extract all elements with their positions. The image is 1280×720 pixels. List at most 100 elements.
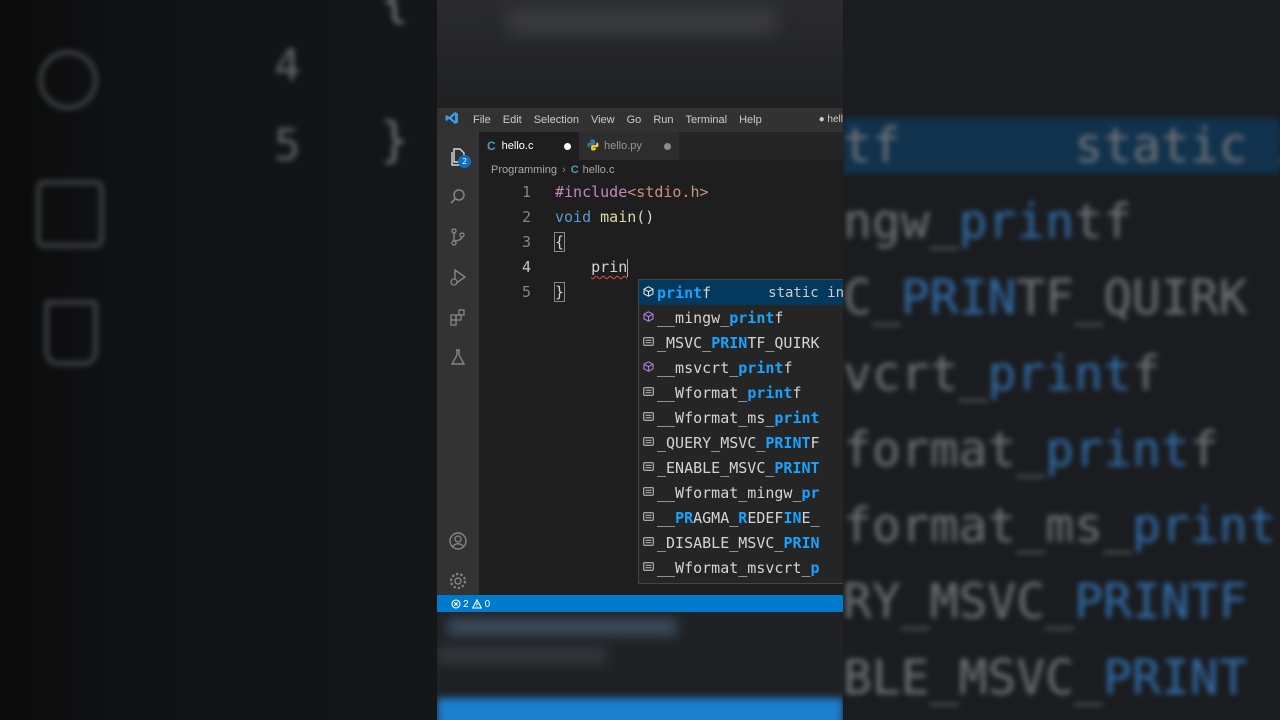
field-icon bbox=[639, 411, 657, 424]
account-icon bbox=[449, 532, 467, 550]
suggestion-label: __mingw_printf bbox=[657, 308, 784, 327]
code-line: #include<stdio.h> bbox=[555, 180, 709, 205]
code-line: { bbox=[553, 230, 709, 255]
bg-code-line: BLE_MSVC_PRINT bbox=[843, 650, 1248, 706]
close-brace: } bbox=[553, 282, 566, 302]
bg-brace: { bbox=[380, 0, 409, 28]
frame-bottom-blur bbox=[437, 612, 843, 720]
suggestion-item[interactable]: __PRAGMA_REDEFINE_ bbox=[639, 505, 843, 530]
manage-button[interactable] bbox=[437, 564, 479, 598]
code-line: void main() bbox=[555, 205, 709, 230]
field-icon bbox=[639, 461, 657, 474]
background-right-panel: tf static in ngw_printf C_PRINTF_QUIRKvcrt… bbox=[843, 0, 1280, 720]
suggestion-item[interactable]: _DISABLE_MSVC_PRIN bbox=[639, 530, 843, 555]
status-bar: 2 0 bbox=[437, 595, 843, 613]
error-icon bbox=[451, 599, 461, 609]
bg-code-line: format_ms_print bbox=[843, 498, 1277, 554]
vscode-window: File Edit Selection View Go Run Terminal… bbox=[437, 108, 843, 613]
python-file-icon bbox=[587, 139, 599, 154]
line-number: 1 bbox=[521, 183, 531, 201]
suggestion-detail: static in bbox=[768, 284, 843, 301]
bg-line-number: 4 bbox=[274, 40, 301, 91]
suggestion-item[interactable]: printf static in bbox=[639, 280, 843, 305]
bg-flask-icon bbox=[44, 300, 98, 366]
field-icon bbox=[639, 386, 657, 399]
menu-selection[interactable]: Selection bbox=[528, 114, 585, 126]
field-icon bbox=[639, 336, 657, 349]
type-keyword: void bbox=[555, 208, 592, 226]
code-line: prin bbox=[555, 255, 709, 280]
suggestion-label: printf bbox=[657, 283, 712, 302]
source-control-button[interactable] bbox=[437, 220, 479, 254]
tab-hello-py[interactable]: hello.py bbox=[579, 132, 679, 160]
field-icon bbox=[639, 561, 657, 574]
search-button[interactable] bbox=[437, 180, 479, 214]
search-icon bbox=[450, 189, 465, 204]
field-icon bbox=[639, 511, 657, 524]
warning-count: 0 bbox=[484, 598, 491, 610]
menu-edit[interactable]: Edit bbox=[497, 114, 528, 126]
extensions-button[interactable] bbox=[437, 300, 479, 334]
c-file-icon: C bbox=[570, 164, 579, 176]
menu-terminal[interactable]: Terminal bbox=[680, 114, 734, 126]
menu-view[interactable]: View bbox=[585, 114, 621, 126]
line-number-gutter: 1 2 3 4 5 bbox=[479, 180, 535, 305]
window-title: ● hell bbox=[818, 114, 843, 125]
suggestion-item[interactable]: __Wformat_ms_print bbox=[639, 405, 843, 430]
suggestion-item[interactable]: __Wformat_printf bbox=[639, 380, 843, 405]
explorer-button[interactable]: 2 bbox=[437, 140, 479, 174]
title-bar: File Edit Selection View Go Run Terminal… bbox=[437, 108, 843, 132]
suggestion-item[interactable]: __Wformat_mingw_pr bbox=[639, 480, 843, 505]
suggestion-item[interactable]: _MSVC_PRINTF_QUIRK bbox=[639, 330, 843, 355]
bg-brace: } bbox=[380, 112, 409, 168]
field-icon bbox=[639, 536, 657, 549]
bg-code-line: vcrt_printf bbox=[843, 346, 1161, 402]
error-count: 2 bbox=[463, 598, 469, 610]
menu-go[interactable]: Go bbox=[621, 114, 648, 126]
suggestion-label: _QUERY_MSVC_PRINTF bbox=[657, 433, 820, 452]
breadcrumb: Programming › C hello.c bbox=[491, 162, 614, 178]
modified-dot-icon[interactable] bbox=[564, 142, 571, 150]
tab-label: hello.c bbox=[501, 140, 534, 152]
flask-icon bbox=[450, 349, 466, 365]
breadcrumb-folder[interactable]: Programming bbox=[491, 164, 557, 176]
suggestion-item[interactable]: _ENABLE_MSVC_PRINT bbox=[639, 455, 843, 480]
editor-tabs: C hello.c hello.py bbox=[479, 132, 843, 160]
warning-icon bbox=[471, 599, 482, 609]
video-frame: File Edit Selection View Go Run Terminal… bbox=[437, 0, 843, 720]
bg-line-number: 5 bbox=[274, 120, 301, 171]
typed-text: prin bbox=[591, 258, 628, 276]
method-icon bbox=[639, 285, 657, 300]
activity-bar: 2 bbox=[437, 132, 479, 595]
suggestion-item[interactable]: __Wformat_msvcrt_p bbox=[639, 555, 843, 580]
bg-code-line: format_printf bbox=[843, 422, 1219, 478]
run-debug-button[interactable] bbox=[437, 260, 479, 294]
suggestion-label: __Wformat_msvcrt_p bbox=[657, 558, 820, 577]
text-cursor bbox=[627, 258, 629, 277]
testing-button[interactable] bbox=[437, 340, 479, 374]
frame-top-blur bbox=[437, 0, 843, 108]
menu-help[interactable]: Help bbox=[733, 114, 768, 126]
suggestion-label: _MSVC_PRINTF_QUIRK bbox=[657, 333, 820, 352]
open-brace: { bbox=[553, 232, 566, 252]
bg-code-line: ngw_printf bbox=[843, 194, 1132, 250]
breadcrumb-file[interactable]: hello.c bbox=[583, 164, 615, 176]
suggest-widget: printf static in __mingw_printf _MSVC_PRINT… bbox=[638, 279, 843, 584]
line-number: 2 bbox=[521, 208, 531, 226]
explorer-badge: 2 bbox=[458, 155, 471, 168]
modified-dot-icon[interactable] bbox=[664, 142, 671, 150]
suggestion-item[interactable]: _QUERY_MSVC_PRINTF bbox=[639, 430, 843, 455]
menu-run[interactable]: Run bbox=[647, 114, 679, 126]
accounts-button[interactable] bbox=[437, 524, 479, 558]
chevron-right-icon: › bbox=[562, 164, 566, 176]
suggestion-item[interactable]: __mingw_printf bbox=[639, 305, 843, 330]
function-name: main bbox=[600, 208, 637, 226]
suggestion-item[interactable]: __msvcrt_printf bbox=[639, 355, 843, 380]
tab-hello-c[interactable]: C hello.c bbox=[479, 132, 579, 160]
menu-file[interactable]: File bbox=[467, 114, 497, 126]
suggestion-label: __Wformat_ms_print bbox=[657, 408, 820, 427]
suggestion-label: __PRAGMA_REDEFINE_ bbox=[657, 508, 820, 527]
bg-code-line: tf static in bbox=[843, 118, 1280, 174]
problems-indicator[interactable]: 2 0 bbox=[451, 599, 490, 610]
